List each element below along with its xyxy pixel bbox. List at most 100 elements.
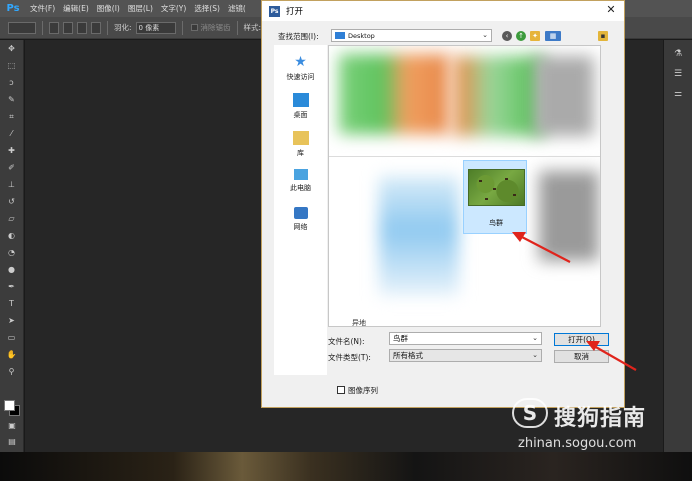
adjustments-icon[interactable]: ☰ <box>671 68 685 80</box>
antialias-label: 消除锯齿 <box>200 23 231 32</box>
dodge-tool-icon[interactable]: ● <box>4 264 20 276</box>
blurred-thumbnail <box>534 56 594 136</box>
blurred-thumbnail <box>454 56 544 136</box>
blur-tool-icon[interactable]: ◔ <box>4 247 20 259</box>
feather-input[interactable]: 0 像素 <box>135 21 176 34</box>
desktop-folder-icon <box>335 32 345 39</box>
crop-tool-icon[interactable]: ⌗ <box>4 111 20 123</box>
eraser-tool-icon[interactable]: ▱ <box>4 213 20 225</box>
color-swatches[interactable] <box>4 400 20 416</box>
chevron-down-icon[interactable]: ⌄ <box>532 333 538 344</box>
dialog-titlebar[interactable]: Ps 打开 ✕ <box>262 1 624 21</box>
lasso-tool-icon[interactable]: ↄ <box>4 77 20 89</box>
back-icon[interactable]: ‹ <box>502 31 512 41</box>
look-in-select[interactable]: Desktop ⌄ <box>331 29 492 42</box>
zoom-tool-icon[interactable]: ⚲ <box>4 366 20 378</box>
foreground-color-swatch[interactable] <box>4 400 15 411</box>
open-folder-icon[interactable]: ▪ <box>598 31 608 41</box>
eyedropper-tool-icon[interactable]: ⁄ <box>4 128 20 140</box>
divider <box>42 20 43 35</box>
divider <box>236 20 238 35</box>
menu-filter[interactable]: 滤镜( <box>228 3 246 14</box>
selection-mode-subtract[interactable] <box>77 21 87 34</box>
feather-label: 羽化: <box>114 23 132 32</box>
marquee-tool-icon[interactable]: ⬚ <box>4 60 20 72</box>
desktop-icon <box>292 93 309 107</box>
image-sequence-checkbox[interactable] <box>337 386 345 394</box>
filename-value: 鸟群 <box>393 334 408 343</box>
selection-mode-add[interactable] <box>63 21 73 34</box>
menu-type[interactable]: 文字(Y) <box>161 3 186 14</box>
blurred-thumbnail <box>339 54 449 134</box>
up-folder-icon[interactable]: ↑ <box>516 31 526 41</box>
place-this-pc[interactable]: 此电脑 <box>274 169 327 193</box>
selection-mode-intersect[interactable] <box>91 21 101 34</box>
marquee-tool-preset[interactable] <box>8 21 36 34</box>
menu-select[interactable]: 选择(S) <box>194 3 220 14</box>
bird-mark <box>479 180 482 182</box>
look-in-label: 查找范围(I): <box>278 32 319 41</box>
menu-file[interactable]: 文件(F) <box>30 3 55 14</box>
tile-divider <box>329 156 600 157</box>
shape-tool-icon[interactable]: ▭ <box>4 332 20 344</box>
new-folder-icon[interactable]: ✦ <box>530 31 540 41</box>
chevron-down-icon: ⌄ <box>482 31 488 39</box>
chevron-down-icon[interactable]: ⌄ <box>532 350 538 361</box>
filetype-label: 文件类型(T): <box>328 353 371 362</box>
place-quick-access[interactable]: ★ 快速访问 <box>274 55 327 82</box>
network-icon <box>293 207 308 219</box>
place-desktop[interactable]: 桌面 <box>274 93 327 120</box>
blurred-thumbnail <box>539 171 599 261</box>
file-list[interactable]: 鸟群 异地 ▲ ▼ <box>328 45 601 327</box>
file-name-label: 鸟群 <box>489 219 503 227</box>
move-tool-icon[interactable]: ✥ <box>4 43 20 55</box>
brush-tool-icon[interactable]: ✐ <box>4 162 20 174</box>
screen-mode-icon[interactable]: ▤ <box>4 436 20 448</box>
computer-icon <box>293 169 308 180</box>
clone-stamp-tool-icon[interactable]: ⊥ <box>4 179 20 191</box>
selection-mode-new[interactable] <box>49 21 59 34</box>
star-icon: ★ <box>294 54 307 70</box>
places-sidebar: ★ 快速访问 桌面 库 此电脑 网络 <box>274 45 327 375</box>
filetype-select[interactable]: 所有格式 ⌄ <box>389 349 542 362</box>
place-label: 快速访问 <box>286 73 315 81</box>
quick-mask-icon[interactable]: ▣ <box>4 420 20 432</box>
brush-preset-icon[interactable]: ⚗ <box>671 48 685 60</box>
open-button[interactable]: 打开(O) <box>554 333 609 346</box>
partial-file-label: 异地 <box>352 319 366 327</box>
healing-brush-tool-icon[interactable]: ✚ <box>4 145 20 157</box>
path-select-tool-icon[interactable]: ➤ <box>4 315 20 327</box>
sogou-logo: S <box>512 398 548 428</box>
tools-panel: ✥ ⬚ ↄ ✎ ⌗ ⁄ ✚ ✐ ⊥ ↺ ▱ ◐ ◔ ● ✒ T ➤ ▭ ✋ ⚲ … <box>0 40 24 452</box>
view-menu-icon[interactable]: ▦ <box>545 31 561 41</box>
filename-input[interactable]: 鸟群 ⌄ <box>389 332 542 345</box>
panel-dock: ⚗ ☰ ⚌ <box>664 40 692 452</box>
sogou-watermark: S 搜狗指南 zhinan.sogou.com <box>512 398 682 458</box>
menu-edit[interactable]: 编辑(E) <box>63 3 89 14</box>
photoshop-logo: Ps <box>6 2 20 14</box>
blurred-thumbnail <box>379 176 459 296</box>
properties-icon[interactable]: ⚌ <box>671 88 685 100</box>
style-label: 样式: <box>243 23 262 32</box>
open-file-dialog: Ps 打开 ✕ 查找范围(I): Desktop ⌄ ‹ ↑ ✦ ▦ ▪ ★ 快… <box>261 0 625 408</box>
place-network[interactable]: 网络 <box>274 207 327 232</box>
paint-bucket-tool-icon[interactable]: ◐ <box>4 230 20 242</box>
history-brush-tool-icon[interactable]: ↺ <box>4 196 20 208</box>
cancel-button[interactable]: 取消 <box>554 350 609 363</box>
selected-file-tile[interactable]: 鸟群 <box>463 160 527 234</box>
antialias-checkbox[interactable] <box>190 24 198 31</box>
filetype-value: 所有格式 <box>393 351 423 360</box>
place-library[interactable]: 库 <box>274 131 327 158</box>
menu-layer[interactable]: 图层(L) <box>128 3 153 14</box>
close-button[interactable]: ✕ <box>604 3 618 17</box>
type-tool-icon[interactable]: T <box>4 298 20 310</box>
place-label: 桌面 <box>293 111 308 119</box>
divider <box>107 20 108 35</box>
menu-image[interactable]: 图像(I) <box>97 3 120 14</box>
image-sequence-label: 图像序列 <box>348 386 378 395</box>
pen-tool-icon[interactable]: ✒ <box>4 281 20 293</box>
quick-select-tool-icon[interactable]: ✎ <box>4 94 20 106</box>
bird-mark <box>493 188 496 190</box>
watermark-title: 搜狗指南 <box>554 406 647 431</box>
hand-tool-icon[interactable]: ✋ <box>4 349 20 361</box>
